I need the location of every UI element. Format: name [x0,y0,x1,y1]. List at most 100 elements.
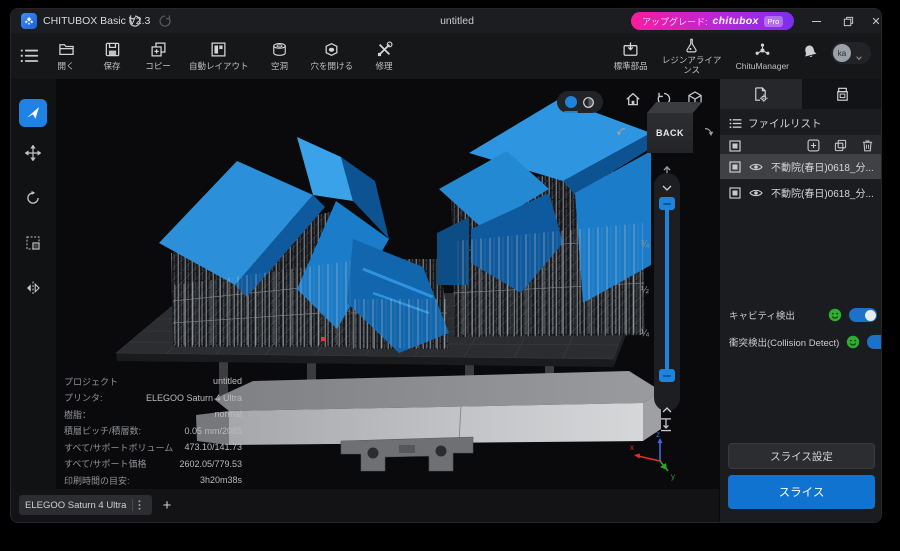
info-row: 樹脂： normal [64,406,242,423]
navigation-cube[interactable]: BACK [640,101,696,157]
info-label: 印刷時間の目安: [64,474,130,487]
copy-button[interactable]: コピー [143,41,173,72]
slice-settings-button[interactable]: スライス設定 [728,443,875,469]
resin-alliance-label: レジンアライアンス [660,56,724,76]
solid-view-icon[interactable] [565,96,577,108]
upgrade-button[interactable]: アップグレード: chitubox Pro [631,12,794,30]
notification-bell-icon[interactable] [801,43,819,61]
file-gear-icon [752,86,769,103]
slider-lower-handle[interactable] [659,369,675,382]
repair-label: 修理 [376,60,393,72]
printer-tab-label: ELEGOO Saturn 4 Ultra [25,500,126,511]
tab-file-settings[interactable] [720,79,802,109]
file-checkbox[interactable] [729,161,741,173]
printer-tab-menu-icon[interactable] [132,499,146,511]
hollow-button[interactable]: 空洞 [265,41,295,72]
cavity-detect-toggle[interactable] [849,308,877,322]
open-button[interactable]: 開く [51,41,81,72]
slice-button[interactable]: スライス [728,475,875,509]
add-printer-button[interactable]: + [157,493,177,517]
file-list-toolbar [720,135,882,156]
printer-tab[interactable]: ELEGOO Saturn 4 Ultra [19,495,152,515]
info-value: ELEGOO Saturn 4 Ultra [146,393,242,403]
slider-chevron-up-icon[interactable] [662,400,672,406]
visibility-eye-icon[interactable] [749,162,763,172]
upgrade-label: アップグレード: [642,15,708,28]
file-row[interactable]: 不動院(春日)0618_分... [720,180,882,205]
axis-y-label: y [671,472,675,481]
auto-layout-label: 自動レイアウト [189,60,249,72]
upgrade-brand: chitubox [713,15,759,27]
delete-icon[interactable] [861,139,874,152]
project-info-panel: プロジェクトuntitled プリンタ:ELEGOO Saturn 4 Ultr… [64,373,242,489]
save-button[interactable]: 保存 [97,41,127,72]
tab-printer[interactable] [802,79,883,109]
title-bar: CHITUBOX Basic V2.3 untitled アップグレード: ch… [11,9,881,33]
axis-z-label: z [656,430,660,439]
open-label: 開く [57,60,74,72]
info-label: 積層ピッチ/積層数: [64,424,141,437]
account-menu[interactable]: ka [831,42,871,64]
scale-tool-button[interactable] [19,229,47,257]
undo-icon[interactable] [127,13,143,29]
status-smiley-icon [846,335,860,349]
dig-hole-label: 穴を開ける [311,60,354,72]
axis-x-label: x [630,443,634,452]
nav-cube-front-face[interactable]: BACK [647,113,693,153]
file-name: 不動院(春日)0618_分... [771,185,874,200]
slider-chevron-down-icon[interactable] [662,178,672,184]
file-name: 不動院(春日)0618_分... [771,159,874,174]
info-row: プロジェクトuntitled [64,373,242,390]
fraction-quarter: ¼ [632,328,649,339]
select-all-checkbox[interactable] [729,140,741,152]
chitumanager-button[interactable]: ChituManager [736,42,789,71]
minimize-button[interactable] [807,13,825,29]
slider-track[interactable] [665,209,669,370]
redo-icon[interactable] [157,13,173,29]
file-list-title: ファイルリスト [748,116,822,131]
standard-parts-label: 標準部品 [614,60,648,72]
dig-hole-button[interactable]: 穴を開ける [311,41,354,72]
rotate-tool-button[interactable] [19,184,47,212]
file-row[interactable]: 不動院(春日)0618_分... [720,154,882,179]
info-row: すべて/サポート価格2602.05/779.53 [64,456,242,473]
app-logo-icon [21,13,37,29]
file-checkbox[interactable] [729,187,741,199]
auto-layout-button[interactable]: 自動レイアウト [189,41,249,72]
collision-detect-row: 衝突検出(Collision Detect) [729,332,877,352]
close-button[interactable]: ✕ [867,13,882,29]
info-label: すべて/サポート価格 [64,457,147,470]
add-file-icon[interactable] [807,139,820,152]
viewport-3d[interactable]: BACK ¾ ½ ¼ [56,79,719,491]
base-slab-model[interactable] [196,371,661,471]
mirror-tool-button[interactable] [19,274,47,302]
resin-alliance-button[interactable]: レジンアライアンス [660,37,724,76]
layer-range-slider[interactable] [654,173,680,411]
app-window: CHITUBOX Basic V2.3 untitled アップグレード: ch… [10,8,882,523]
printer-icon [834,86,851,103]
nav-cube-top-face[interactable] [647,102,702,113]
info-label: すべて/サポートボリューム [64,441,173,454]
xray-view-icon[interactable] [582,96,595,109]
collision-detect-label: 衝突検出(Collision Detect) [729,335,839,349]
repair-button[interactable]: 修理 [369,41,399,72]
orbit-right-arrow[interactable] [702,125,716,139]
collision-marker [321,337,326,341]
move-tool-button[interactable] [19,139,47,167]
avatar: ka [833,44,851,62]
save-label: 保存 [103,60,120,72]
printer-tab-bar: ELEGOO Saturn 4 Ultra + [11,489,719,522]
collision-detect-toggle[interactable] [867,335,882,349]
menu-icon[interactable] [20,48,40,63]
info-value: 0.05 mm/2085 [184,426,242,436]
file-list-header: ファイルリスト [729,116,822,131]
visibility-eye-icon[interactable] [749,188,763,198]
maximize-button[interactable] [839,13,857,29]
cavity-detect-label: キャビティ検出 [729,308,821,322]
select-tool-button[interactable] [19,99,47,127]
standard-parts-button[interactable]: 標準部品 [614,41,648,72]
info-label: 樹脂： [64,408,91,421]
orbit-left-arrow[interactable] [614,125,628,139]
info-value: normal [214,409,242,419]
duplicate-icon[interactable] [834,139,847,152]
